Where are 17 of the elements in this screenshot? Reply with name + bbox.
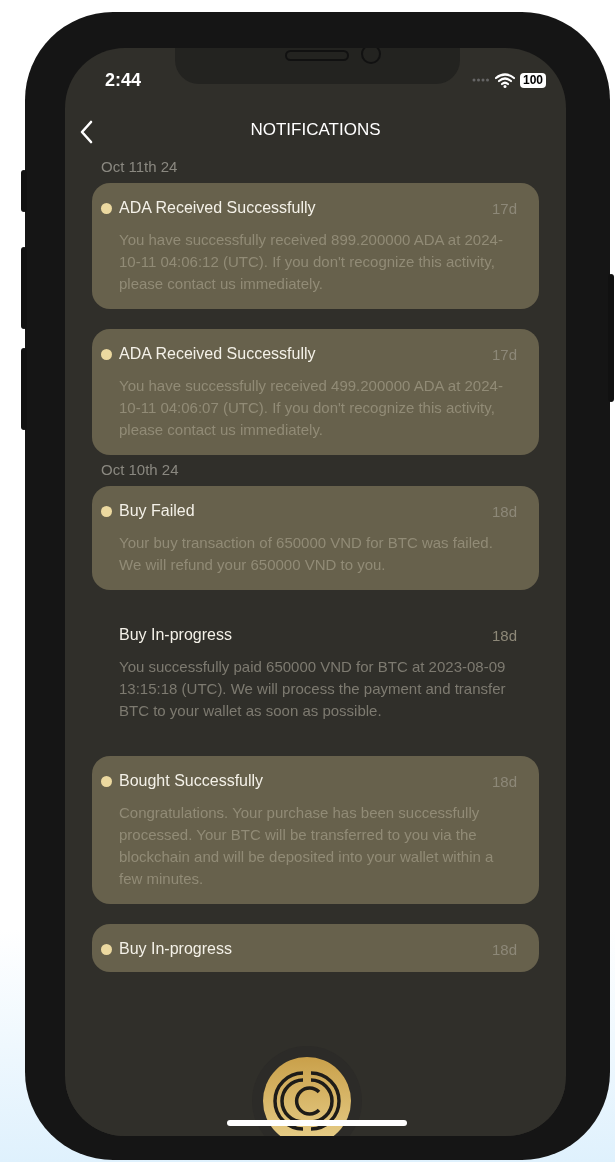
wifi-icon: [494, 72, 515, 88]
notification-title: Buy In-progress: [119, 626, 232, 644]
notification-age: 18d: [491, 626, 517, 644]
battery-level: 100: [519, 72, 546, 88]
status-time: 2:44: [105, 69, 142, 91]
notification-card[interactable]: Buy In-progress 18d You successfully paid 650000 VND for BTC at 2023-08-09 13:15:18 (UTC). We will process the payment and transfer BTC to your wallet as soon as possible.: [92, 610, 539, 736]
screen-title: NOTIFICATIONS: [250, 120, 381, 140]
signal-icon: [471, 78, 490, 82]
date-heading: Oct 11th 24: [101, 158, 179, 175]
date-heading: Oct 10th 24: [101, 461, 180, 478]
coin-logo-icon: [263, 1057, 351, 1136]
notification-title: ADA Received Successfully: [119, 199, 316, 217]
notification-title: Buy Failed: [119, 502, 195, 520]
notification-message: You successfully paid 650000 VND for BTC at 2023-08-09 13:15:18 (UTC). We will process the payment and transfer BTC to your wallet as soon as possible.: [119, 657, 507, 721]
notification-title: Bought Successfully: [119, 772, 264, 790]
notification-title: Buy In-progress: [119, 940, 232, 958]
notification-title: ADA Received Successfully: [119, 345, 316, 363]
